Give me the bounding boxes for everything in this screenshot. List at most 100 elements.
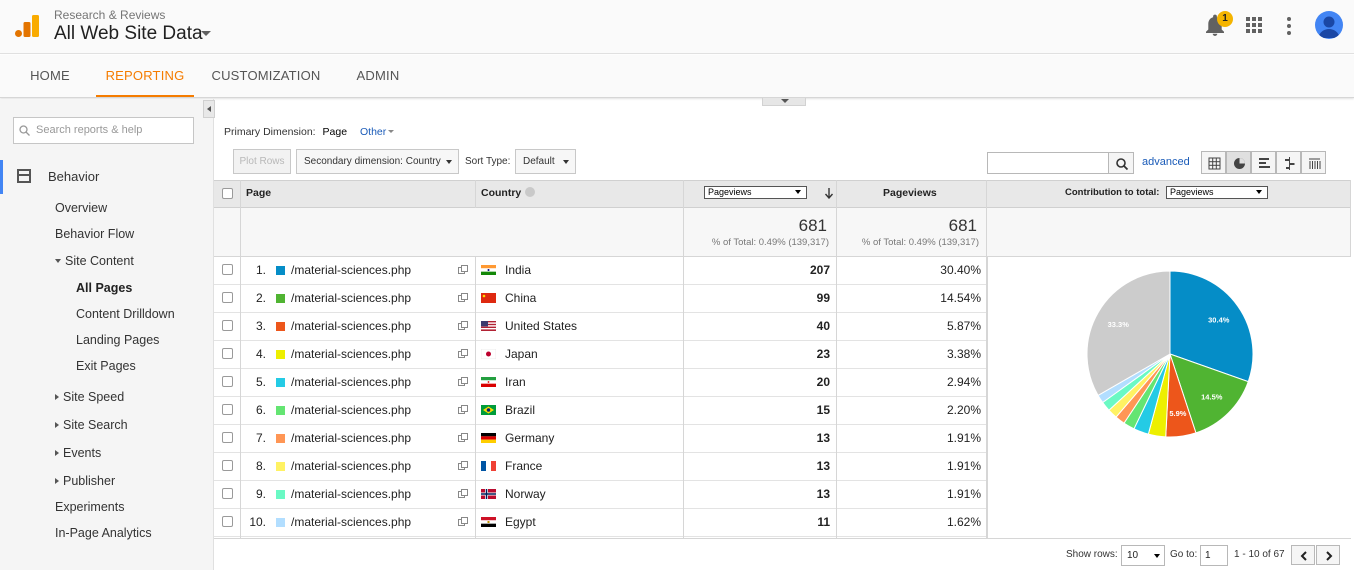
sidebar-item-overview[interactable]: Overview: [55, 201, 107, 215]
remove-dimension-icon[interactable]: [525, 187, 536, 197]
row-checkbox[interactable]: [222, 516, 233, 527]
tab-reporting[interactable]: REPORTING: [96, 55, 194, 97]
page-link[interactable]: /material-sciences.php: [291, 425, 411, 452]
open-external-icon[interactable]: [458, 349, 468, 359]
page-link[interactable]: /material-sciences.php: [291, 285, 411, 312]
table-row: 3. /material-sciences.php United States 40 5…: [214, 313, 987, 341]
chevron-down-icon: [1256, 190, 1262, 194]
sidebar-item-events[interactable]: Events: [55, 446, 101, 460]
open-external-icon[interactable]: [458, 405, 468, 415]
apps-grid-icon[interactable]: [1246, 17, 1262, 33]
series-color-swatch: [276, 518, 285, 527]
row-checkbox[interactable]: [222, 432, 233, 443]
sidebar-item-in-page-analytics[interactable]: In-Page Analytics: [55, 526, 152, 540]
plot-rows-button[interactable]: Plot Rows: [233, 149, 291, 174]
row-checkbox[interactable]: [222, 460, 233, 471]
open-external-icon[interactable]: [458, 293, 468, 303]
page-link[interactable]: /material-sciences.php: [291, 397, 411, 424]
total-pageviews-value: 681: [798, 216, 827, 235]
expand-drawer-button[interactable]: [762, 98, 806, 106]
open-external-icon[interactable]: [458, 433, 468, 443]
row-checkbox[interactable]: [222, 264, 233, 275]
search-reports-input[interactable]: Search reports & help: [13, 117, 194, 144]
row-checkbox[interactable]: [222, 292, 233, 303]
view-percentage-pie-button[interactable]: [1226, 151, 1251, 174]
person-icon: [1318, 16, 1340, 38]
analytics-logo-icon[interactable]: [14, 13, 40, 39]
primary-dimension-page[interactable]: Page: [323, 126, 348, 138]
row-checkbox[interactable]: [222, 488, 233, 499]
country-link[interactable]: Egypt: [505, 509, 536, 536]
sidebar-item-exit-pages[interactable]: Exit Pages: [76, 359, 136, 373]
sidebar-item-site-search[interactable]: Site Search: [55, 418, 128, 432]
open-external-icon[interactable]: [458, 321, 468, 331]
sort-descending-icon[interactable]: [824, 187, 834, 199]
country-link[interactable]: United States: [505, 313, 577, 340]
column-header-pageviews[interactable]: Pageviews: [883, 180, 937, 208]
view-pivot-button[interactable]: [1301, 151, 1326, 174]
row-checkbox[interactable]: [222, 376, 233, 387]
select-all-checkbox[interactable]: [222, 188, 233, 199]
user-avatar[interactable]: [1315, 11, 1343, 39]
page-link[interactable]: /material-sciences.php: [291, 313, 411, 340]
country-link[interactable]: India: [505, 257, 531, 284]
sidebar-item-landing-pages[interactable]: Landing Pages: [76, 333, 159, 347]
metric-selector-dropdown[interactable]: Pageviews: [704, 186, 807, 199]
country-link[interactable]: Norway: [505, 481, 546, 508]
sidebar-item-behavior-flow[interactable]: Behavior Flow: [55, 227, 134, 241]
next-page-button[interactable]: [1316, 545, 1340, 565]
view-data-table-button[interactable]: [1201, 151, 1226, 174]
sidebar-item-all-pages[interactable]: All Pages: [76, 281, 132, 295]
country-link[interactable]: Germany: [505, 425, 554, 452]
open-external-icon[interactable]: [458, 517, 468, 527]
more-vert-icon[interactable]: [1286, 16, 1292, 36]
sidebar-item-experiments[interactable]: Experiments: [55, 500, 124, 514]
open-external-icon[interactable]: [458, 489, 468, 499]
sidebar-section-behavior[interactable]: Behavior: [48, 169, 99, 184]
table-filter-input[interactable]: [987, 152, 1109, 174]
view-selector[interactable]: All Web Site Data: [54, 23, 203, 45]
view-performance-button[interactable]: [1251, 151, 1276, 174]
country-link[interactable]: France: [505, 453, 542, 480]
page-link[interactable]: /material-sciences.php: [291, 453, 411, 480]
page-link[interactable]: /material-sciences.php: [291, 481, 411, 508]
go-to-input[interactable]: 1: [1200, 545, 1228, 566]
secondary-dimension-dropdown[interactable]: Secondary dimension: Country: [296, 149, 459, 174]
table-search-button[interactable]: [1108, 152, 1134, 174]
table-row: 1. /material-sciences.php India 207 30.40%: [214, 257, 987, 285]
open-external-icon[interactable]: [458, 461, 468, 471]
tab-home[interactable]: HOME: [18, 55, 82, 97]
column-header-page[interactable]: Page: [246, 180, 271, 208]
row-checkbox[interactable]: [222, 320, 233, 331]
tab-admin[interactable]: ADMIN: [348, 55, 408, 97]
row-checkbox[interactable]: [222, 348, 233, 359]
page-link[interactable]: /material-sciences.php: [291, 341, 411, 368]
pagination-range: 1 - 10 of 67: [1234, 549, 1285, 560]
country-link[interactable]: China: [505, 285, 536, 312]
primary-dimension-other[interactable]: Other: [360, 126, 386, 138]
country-link[interactable]: Brazil: [505, 397, 535, 424]
sidebar-item-site-content[interactable]: Site Content: [55, 254, 134, 268]
tab-customization[interactable]: CUSTOMIZATION: [210, 55, 322, 97]
collapse-sidebar-button[interactable]: [203, 100, 215, 118]
page-link[interactable]: /material-sciences.php: [291, 257, 411, 284]
show-rows-dropdown[interactable]: 10: [1121, 545, 1165, 566]
country-link[interactable]: Japan: [505, 341, 538, 368]
open-external-icon[interactable]: [458, 377, 468, 387]
advanced-filter-link[interactable]: advanced: [1142, 156, 1190, 168]
open-external-icon[interactable]: [458, 265, 468, 275]
brazil-flag-icon: [481, 405, 496, 415]
sort-type-dropdown[interactable]: Default: [515, 149, 576, 174]
previous-page-button[interactable]: [1291, 545, 1315, 565]
sidebar-item-publisher[interactable]: Publisher: [55, 474, 115, 488]
page-link[interactable]: /material-sciences.php: [291, 369, 411, 396]
view-comparison-button[interactable]: [1276, 151, 1301, 174]
country-link[interactable]: Iran: [505, 369, 526, 396]
sidebar-item-site-speed[interactable]: Site Speed: [55, 390, 124, 404]
page-link[interactable]: /material-sciences.php: [291, 509, 411, 536]
view-dropdown-icon[interactable]: [201, 31, 211, 36]
contribution-metric-dropdown[interactable]: Pageviews: [1166, 186, 1268, 199]
row-checkbox[interactable]: [222, 404, 233, 415]
sidebar-item-content-drilldown[interactable]: Content Drilldown: [76, 307, 175, 321]
column-header-country[interactable]: Country: [481, 180, 536, 208]
